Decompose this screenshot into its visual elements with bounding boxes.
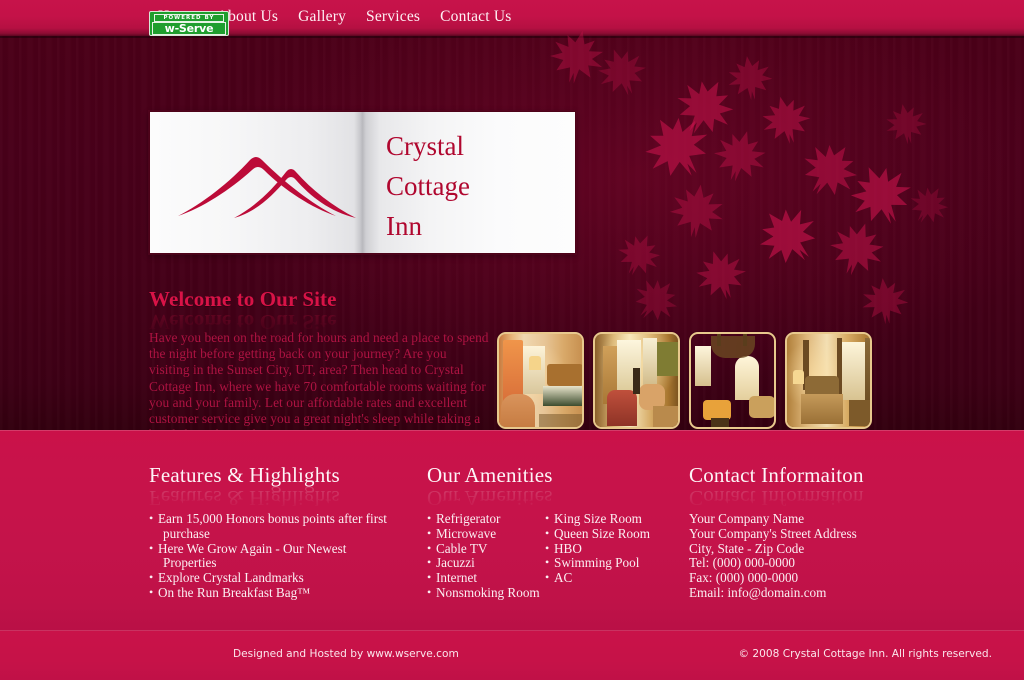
maple-leaf-icon [754,88,817,151]
contact-telephone: Tel: (000) 000-0000 [689,555,796,571]
amenities-heading-text: Our Amenities [427,463,553,487]
maple-leaf-icon [687,241,755,309]
nav-item-services[interactable]: Services [356,8,430,26]
maple-leaf-icon [900,176,957,233]
features-heading-reflection: Features & Highlights [149,486,340,510]
hero-top-divider [0,36,1024,38]
designer-credit[interactable]: Designed and Hosted by www.wserve.com [233,648,459,661]
footer-columns: Features & Highlights Features & Highlig… [149,463,979,601]
features-list: Earn 15,000 Honors bonus points after fi… [149,511,427,601]
maple-leaf-icon [743,191,833,281]
maple-leaf-icon [858,274,913,329]
w-serve-wordmark: w-Serve [152,22,226,35]
nav-item-gallery[interactable]: Gallery [288,8,356,26]
room-thumbnail[interactable] [785,332,872,429]
mountain-peaks-icon [172,134,362,234]
list-item: HBO [545,541,663,557]
maple-leaf-icon [881,99,932,150]
contact-details: Your Company Name Your Company's Street … [689,511,969,601]
room-thumbnail-gallery [497,332,872,429]
maple-leaf-icon [788,128,871,211]
contact-street-address: Your Company's Street Address [689,525,857,541]
contact-heading-reflection: Contact Informaiton [689,486,864,510]
list-item-continuation: purchase [163,525,210,541]
w-serve-badge[interactable]: POWERED BY w-Serve [149,11,229,36]
amenities-list-left: Refrigerator Microwave Cable TV Jacuzzi … [427,511,545,601]
list-item: King Size Room [545,511,663,527]
amenities-list-right: King Size Room Queen Size Room HBO Swimm… [545,511,663,601]
hero-section: Crystal Cottage Inn Welcome to Our Site … [0,30,1024,458]
dining-hall-with-chandelier [691,334,774,427]
logo-wordmark: Crystal Cottage Inn [386,126,566,246]
maple-leaf-icon [723,51,777,105]
room-thumbnail[interactable] [497,332,584,429]
logo-line-2: Cottage [386,171,470,201]
nav-item-contact-us[interactable]: Contact Us [430,8,521,26]
contact-city-state-zip: City, State - Zip Code [689,540,805,556]
footer-column-amenities: Our Amenities Our Amenities Refrigerator… [427,463,689,601]
list-item: Swimming Pool [545,555,663,571]
maple-leaf-icon [820,212,893,285]
list-item: AC [545,570,663,586]
contact-heading-text: Contact Informaiton [689,463,864,487]
list-item: Internet [427,570,545,586]
contact-fax: Fax: (000) 000-0000 [689,570,799,586]
maple-leaf-icon [589,39,656,106]
list-item: On the Run Breakfast Bag™ [149,585,427,601]
list-item: Explore Crystal Landmarks [149,570,427,586]
welcome-heading: Welcome to Our Site Welcome to Our Site [149,286,489,334]
amenities-columns: Refrigerator Microwave Cable TV Jacuzzi … [427,511,689,601]
website-page: Home About Us Gallery Services Contact U… [0,0,1024,680]
list-item: Here We Grow Again - Our Newest [149,541,427,557]
suite-with-four-poster-bed [787,334,870,427]
list-item: Jacuzzi [427,555,545,571]
maple-leaf-icon [629,99,725,195]
footer-section: Features & Highlights Features & Highlig… [0,430,1024,630]
footer-column-features: Features & Highlights Features & Highlig… [149,463,427,601]
contact-email[interactable]: Email: info@domain.com [689,585,969,601]
maple-leaf-icon [837,151,924,238]
list-item-continuation: Properties [163,555,217,571]
copyright-notice: © 2008 Crystal Cottage Inn. All rights r… [738,648,992,660]
maple-leaf-icon [663,65,747,149]
contact-heading: Contact Informaiton Contact Informaiton [689,463,969,510]
logo-line-3: Inn [386,211,422,241]
amenities-heading-reflection: Our Amenities [427,486,553,510]
powered-by-label: POWERED BY [154,13,224,22]
site-logo-panel[interactable]: Crystal Cottage Inn [149,111,576,254]
features-heading-text: Features & Highlights [149,463,340,487]
list-item: Microwave [427,526,545,542]
footer-top-divider [0,430,1024,431]
welcome-heading-text: Welcome to Our Site [149,287,337,311]
maple-leaf-icon [705,121,774,190]
room-thumbnail[interactable] [593,332,680,429]
list-item: Refrigerator [427,511,545,527]
sitting-room-with-armchairs [595,334,678,427]
list-item: Earn 15,000 Honors bonus points after fi… [149,511,427,527]
contact-company-name: Your Company Name [689,511,805,526]
guest-room-with-green-bedspread [499,334,582,427]
logo-line-1: Crystal [386,131,464,161]
list-item: Cable TV [427,541,545,557]
maple-leaf-icon [609,225,670,286]
footer-column-contact: Contact Informaiton Contact Informaiton … [689,463,969,601]
room-thumbnail[interactable] [689,332,776,429]
maple-leaf-icon [664,178,730,244]
list-item: Queen Size Room [545,526,663,542]
amenities-heading: Our Amenities Our Amenities [427,463,689,510]
maple-leaf-icon [622,266,690,334]
features-heading: Features & Highlights Features & Highlig… [149,463,427,510]
list-item: Nonsmoking Room [427,585,545,601]
